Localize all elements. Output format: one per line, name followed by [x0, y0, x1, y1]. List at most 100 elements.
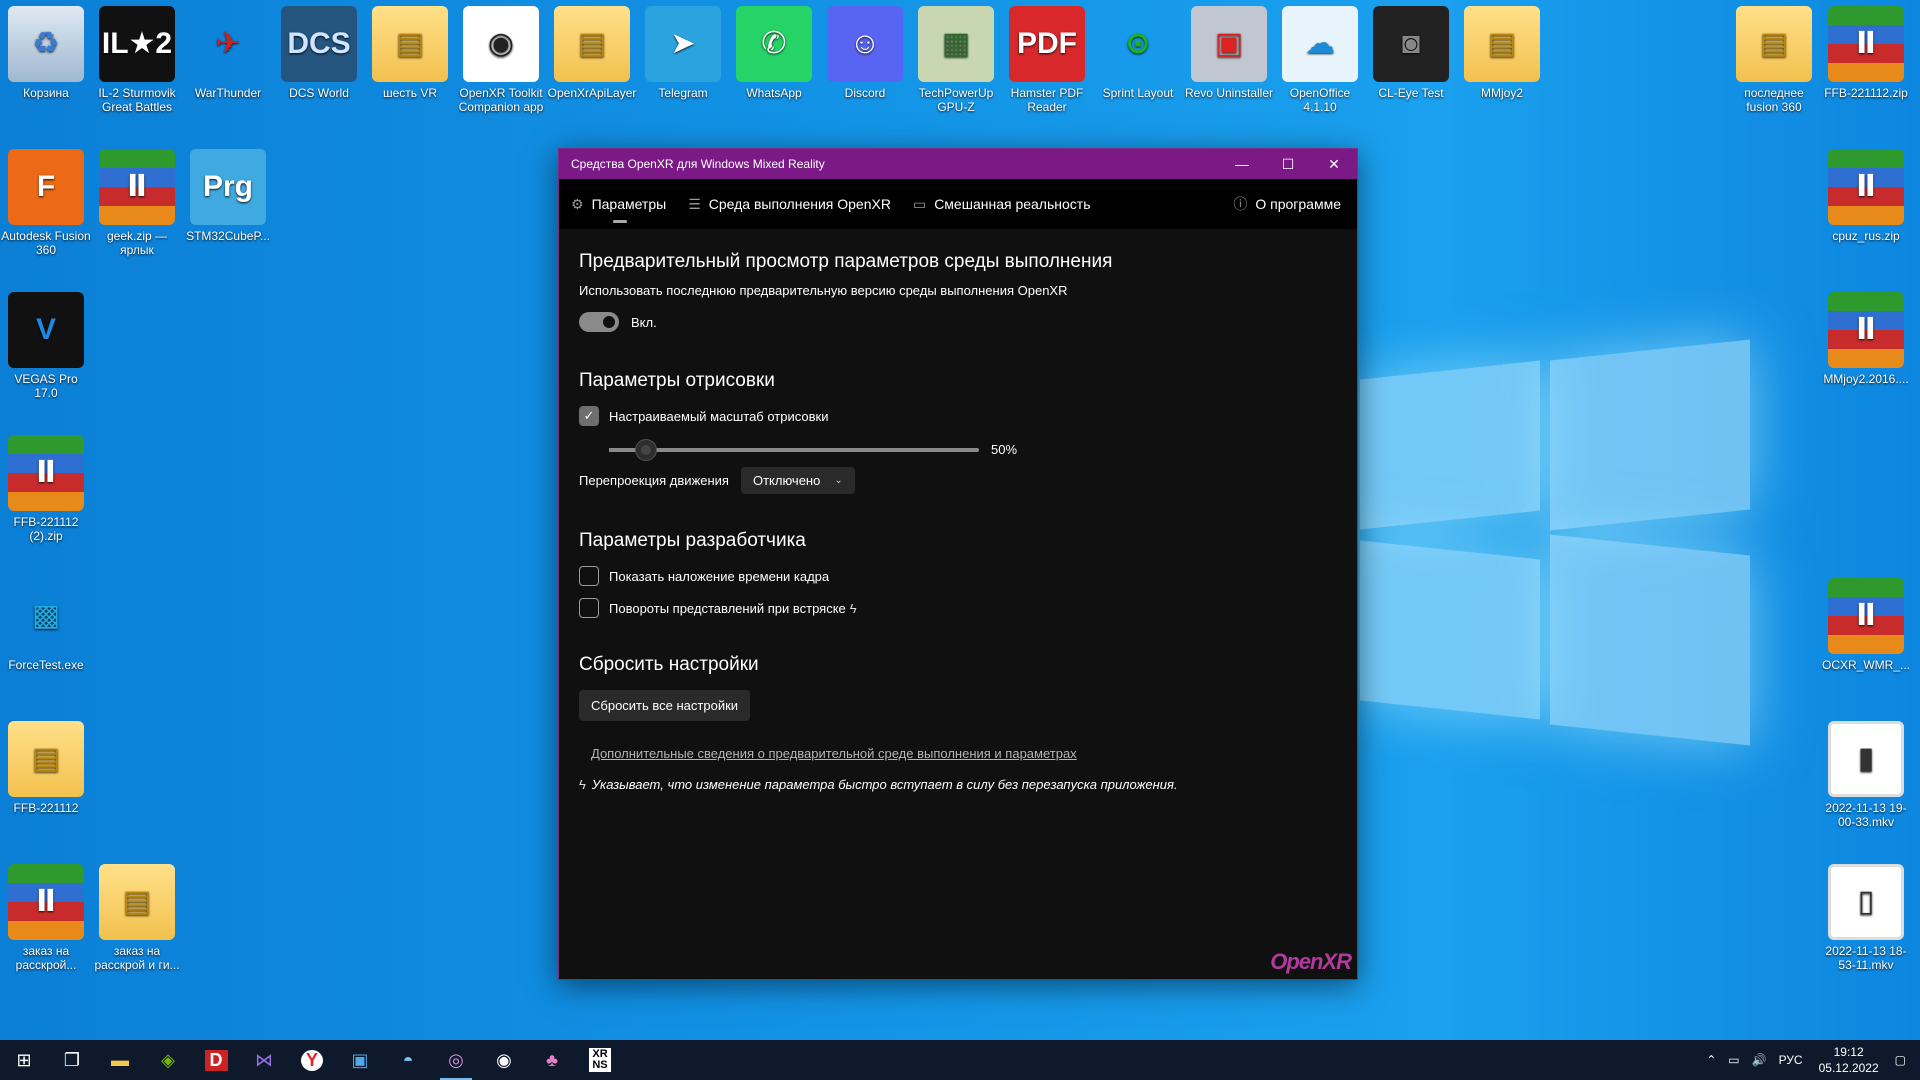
chevron-down-icon: ⌄ — [834, 475, 843, 486]
desktop-icon-gpuz[interactable]: ▦ TechPowerUp GPU-Z — [911, 6, 1001, 114]
desktop-icon-sprintlayout[interactable]: ⊙ Sprint Layout — [1093, 6, 1183, 101]
yandex-icon: Y — [300, 1049, 323, 1071]
volume-icon[interactable]: 🔊 — [1752, 1053, 1767, 1067]
desktop-icon-warthunder[interactable]: ✈ WarThunder — [183, 6, 273, 101]
desktop-icon-label: MMjoy2 — [1480, 86, 1523, 100]
desktop-icon-cpuzzip[interactable]: Ⅱcpuz_rus.zip — [1821, 149, 1911, 243]
openxr-tools-icon: ◎ — [448, 1049, 464, 1070]
stm32-icon: Prg — [190, 149, 266, 225]
maximize-button[interactable]: ☐ — [1265, 149, 1311, 179]
desktop-icon-dcs[interactable]: DCS DCS World — [274, 6, 364, 100]
desktop-icon-stm32[interactable]: Prg STM32CubeP... — [183, 149, 273, 243]
taskbar-pink-app[interactable]: ♣ — [528, 1040, 576, 1080]
desktop-icon-label: geek.zip — ярлык — [106, 229, 168, 257]
desktop-icon-video2[interactable]: ▯ 2022-11-13 18-53-11.mkv — [1821, 864, 1911, 972]
desktop-icon-forcetest[interactable]: ▩ ForceTest.exe — [1, 578, 91, 673]
render-scale-slider-thumb[interactable] — [636, 439, 656, 460]
custom-scale-checkbox[interactable]: ✓ — [579, 406, 599, 426]
tab-about[interactable]: ⓘ О программе — [1233, 179, 1341, 229]
desktop-icon-label: cpuz_rus.zip — [1832, 229, 1900, 243]
desktop-icon-shest[interactable]: ▤ шесть VR — [365, 6, 455, 100]
language-indicator[interactable]: РУС — [1779, 1053, 1803, 1067]
desktop-icon-video1[interactable]: ▮ 2022-11-13 19-00-33.mkv — [1821, 721, 1911, 829]
desktop-icon-poslednee[interactable]: ▤ последнее fusion 360 — [1729, 6, 1819, 114]
lightning-icon: ϟ — [849, 600, 857, 616]
task-view-icon: ❐ — [63, 1049, 81, 1070]
desktop-icon-label: Telegram — [658, 86, 708, 100]
taskbar-explorer[interactable]: ▬ — [96, 1040, 144, 1080]
tray-chevron-icon[interactable]: ⌃ — [1706, 1053, 1716, 1067]
taskbar: ⊞ ❐ ▬ ◈ D ⋈ Y ▣ ◓ ◎ ◉ ♣ XR NS ⌃ ▭ 🔊 РУС 1… — [0, 1040, 1920, 1080]
network-icon[interactable]: ▭ — [1728, 1053, 1739, 1067]
custom-scale-label: Настраиваемый масштаб отрисовки — [609, 408, 829, 424]
desktop-icon-zakaz2[interactable]: ▤ заказ на расскрой и ги... — [92, 864, 182, 972]
desktop-icon-openoffice[interactable]: ☁ OpenOffice 4.1.10 — [1275, 6, 1365, 114]
desktop-icon-label: OpenXR Toolkit Companion app — [458, 86, 544, 114]
taskbar-nvidia[interactable]: ◈ — [144, 1040, 192, 1080]
more-info-link[interactable]: Дополнительные сведения о предварительно… — [591, 746, 1077, 761]
desktop-icon-label: STM32CubeP... — [186, 229, 270, 243]
minimize-button[interactable]: — — [1219, 149, 1265, 179]
tab-about-label: О программе — [1255, 196, 1341, 212]
taskbar-openxr-toolkit[interactable]: ◉ — [480, 1040, 528, 1080]
taskbar-mixed-reality-portal[interactable]: ◓ — [384, 1040, 432, 1080]
taskbar-yandex[interactable]: Y — [288, 1040, 336, 1080]
ffbzip-icon: Ⅱ — [1828, 6, 1904, 82]
desktop-icon-label: OpenXrApiLayer — [547, 86, 637, 100]
tab-runtime[interactable]: ☰ Среда выполнения OpenXR — [688, 179, 891, 229]
clock[interactable]: 19:12 05.12.2022 — [1819, 1044, 1879, 1076]
desktop-icon-ffbfolder[interactable]: ▤ FFB-221112 — [1, 721, 91, 815]
dcs-icon: DCS — [281, 6, 357, 82]
reset-all-button[interactable]: Сбросить все настройки — [579, 690, 751, 721]
taskbar-visual-studio[interactable]: ⋈ — [240, 1040, 288, 1080]
desktop-icon-whatsapp[interactable]: ✆ WhatsApp — [729, 6, 819, 100]
taskbar-d-app[interactable]: D — [192, 1040, 240, 1080]
taskbar-app-blue[interactable]: ▣ — [336, 1040, 384, 1080]
desktop-icon-fusion360[interactable]: F Autodesk Fusion 360 — [1, 149, 91, 257]
tab-mixed-reality[interactable]: ▭ Смешанная реальность — [913, 179, 1091, 229]
reprojection-label: Перепроекция движения — [579, 473, 729, 488]
desktop-icon-vegas[interactable]: V VEGAS Pro 17.0 — [1, 292, 91, 400]
headset-icon: ▭ — [912, 195, 927, 212]
desktop-icon-label: ForceTest.exe — [8, 658, 84, 672]
desktop-icon-label: Autodesk Fusion 360 — [1, 229, 91, 257]
render-scale-slider[interactable] — [609, 439, 979, 460]
desktop-icon-il2[interactable]: IL★2 IL-2 Sturmovik Great Battles — [92, 6, 182, 114]
tab-settings[interactable]: ⚙ Параметры — [571, 179, 666, 229]
desktop-icon-revo[interactable]: ▣ Revo Uninstaller — [1184, 6, 1274, 100]
video2-icon: ▯ — [1828, 864, 1904, 940]
reprojection-dropdown[interactable]: Отключено ⌄ — [740, 467, 855, 494]
close-button[interactable]: ✕ — [1311, 149, 1357, 179]
desktop-icon-mmjoyzip[interactable]: Ⅱ MMjoy2.2016.... — [1821, 292, 1911, 386]
frame-overlay-checkbox[interactable] — [579, 566, 599, 586]
tab-runtime-label: Среда выполнения OpenXR — [708, 196, 891, 212]
openxr-logo: OpenXR — [1270, 949, 1352, 974]
desktop-icon-label: OCXR_WMR_... — [1821, 658, 1910, 672]
shake-checkbox[interactable] — [579, 598, 599, 618]
desktop-icon-discord[interactable]: ☺ Discord — [820, 6, 910, 100]
desktop-icon-ffbzip[interactable]: Ⅱ FFB-221112.zip — [1821, 6, 1911, 100]
notifications-icon[interactable]: ▢ — [1895, 1053, 1906, 1067]
discord-icon: ☺ — [827, 6, 903, 82]
desktop-icon-recycle[interactable]: ♻ Корзина — [1, 6, 91, 100]
desktop-icon-ffb2zip[interactable]: Ⅱ FFB-221112 (2).zip — [1, 435, 91, 543]
desktop-icon-mmjoy2[interactable]: ▤ MMjoy2 — [1457, 6, 1547, 100]
title-bar[interactable]: Средства OpenXR для Windows Mixed Realit… — [559, 149, 1357, 179]
desktop-icon-cleyetest[interactable]: ◙ CL-Eye Test — [1366, 6, 1456, 100]
desktop-icon-openxrtoolkit[interactable]: ◉ OpenXR Toolkit Companion app — [456, 6, 546, 114]
vegas-icon: V — [8, 292, 84, 368]
start-button[interactable]: ⊞ — [0, 1040, 48, 1080]
desktop-icon-ocxr[interactable]: Ⅱ OCXR_WMR_... — [1821, 578, 1911, 672]
video1-icon: ▮ — [1828, 721, 1904, 797]
taskbar-openxr-tools[interactable]: ◎ — [432, 1040, 480, 1080]
list-icon: ☰ — [688, 195, 701, 212]
desktop-icon-openxrapilayer[interactable]: ▤ OpenXrApiLayer — [547, 6, 637, 100]
task-view-button[interactable]: ❐ — [48, 1040, 96, 1080]
desktop-icon-telegram[interactable]: ➤ Telegram — [638, 6, 728, 100]
desktop-icon-zakaz1[interactable]: Ⅱзаказ на расскрой... — [1, 864, 91, 972]
taskbar-xrns[interactable]: XR NS — [576, 1040, 624, 1080]
desktop-icon-hamsterpdf[interactable]: PDF Hamster PDF Reader — [1002, 6, 1092, 114]
hamsterpdf-icon: PDF — [1009, 6, 1085, 82]
desktop-icon-geekzip[interactable]: Ⅱgeek.zip — ярлык — [92, 149, 182, 257]
preview-toggle[interactable] — [579, 312, 619, 332]
